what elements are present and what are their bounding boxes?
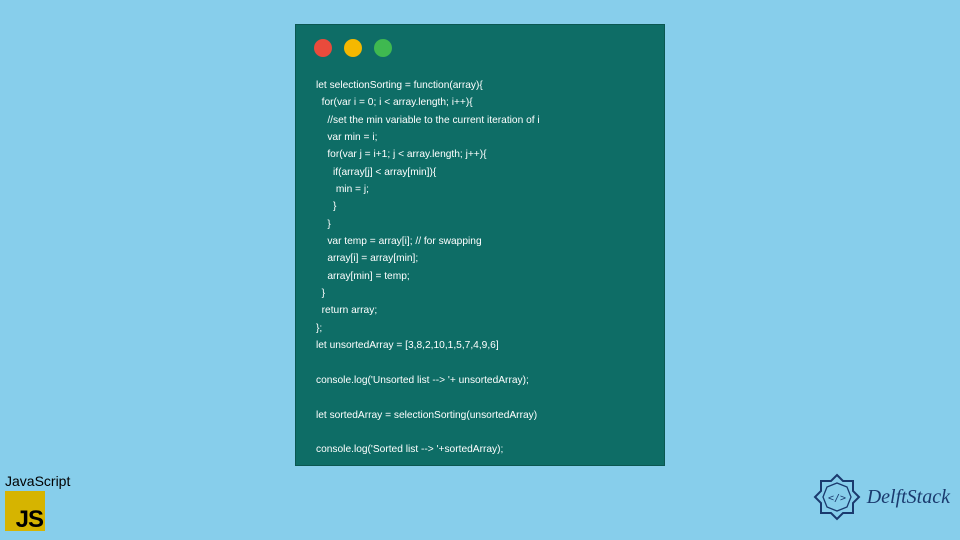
minimize-button-icon[interactable]	[344, 39, 362, 57]
delftstack-label: DelftStack	[867, 486, 950, 509]
javascript-logo-letters: JS	[16, 506, 43, 534]
code-editor-window: let selectionSorting = function(array){ …	[295, 24, 665, 466]
code-content: let selectionSorting = function(array){ …	[296, 59, 664, 477]
window-traffic-lights	[296, 25, 664, 59]
svg-text:</>: </>	[828, 493, 846, 504]
javascript-badge: JavaScript JS	[5, 473, 70, 531]
maximize-button-icon[interactable]	[374, 39, 392, 57]
delftstack-logo-icon: </>	[812, 472, 862, 522]
javascript-logo-icon: JS	[5, 491, 45, 531]
close-button-icon[interactable]	[314, 39, 332, 57]
delftstack-badge: </> DelftStack	[812, 472, 950, 522]
javascript-label: JavaScript	[5, 473, 70, 489]
